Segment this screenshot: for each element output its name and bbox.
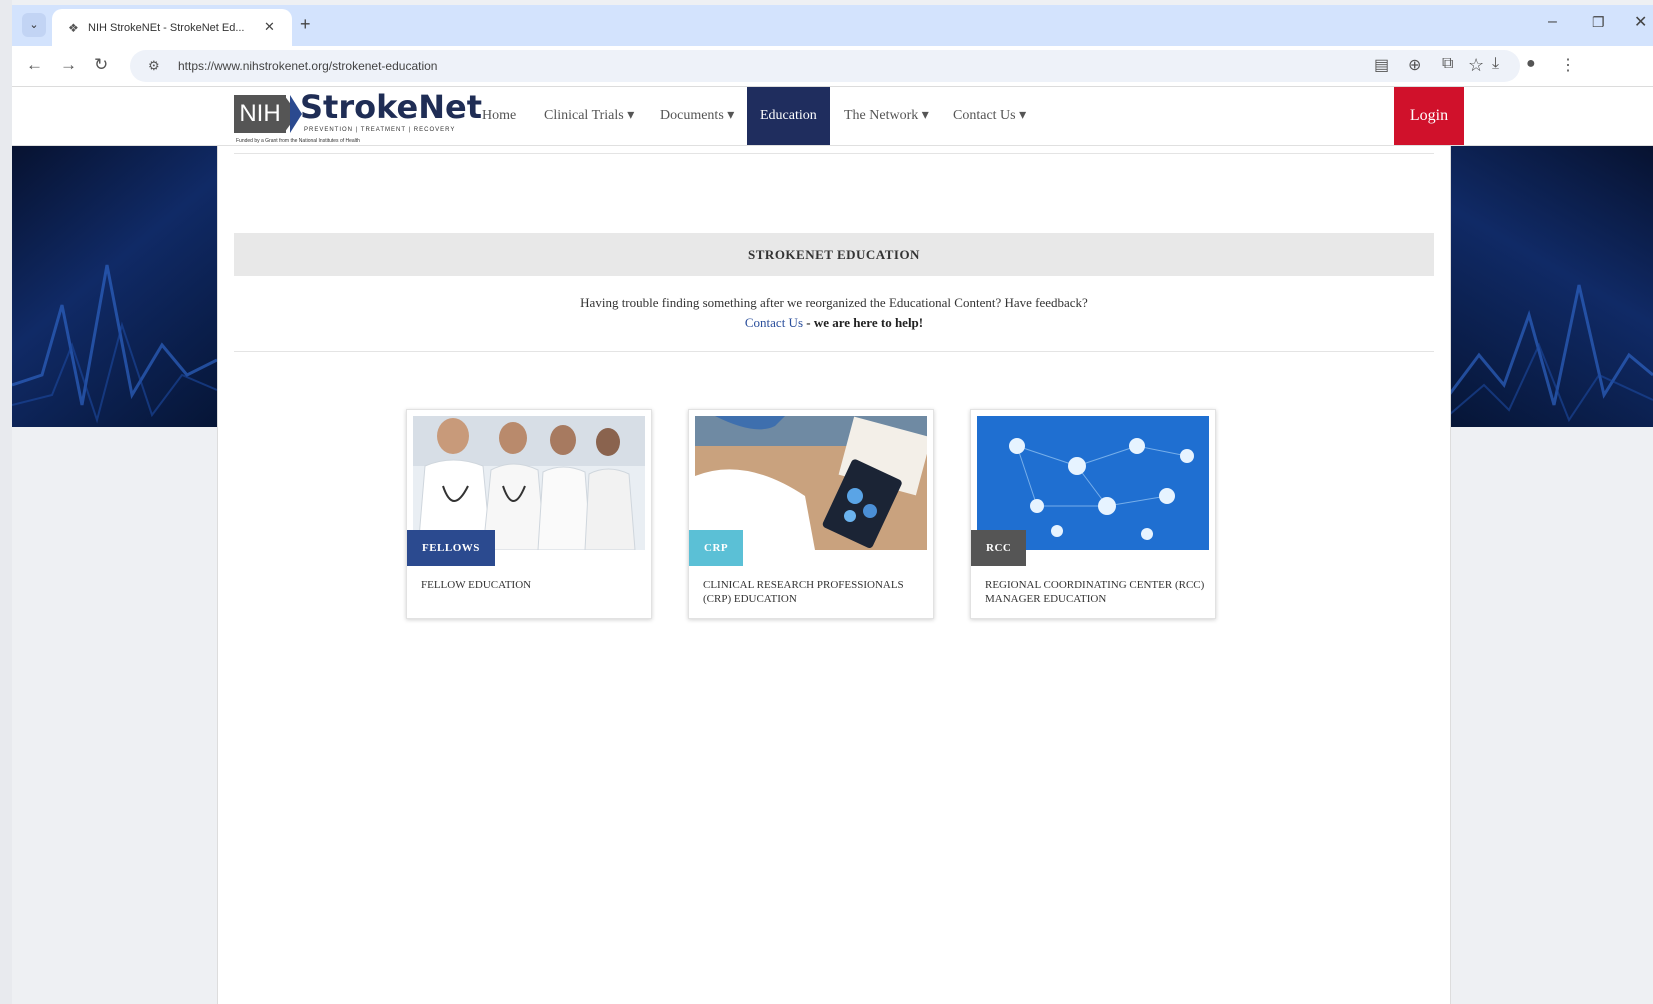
nav-the-network[interactable]: The Network ▾: [844, 87, 929, 145]
nav-education[interactable]: Education: [747, 87, 830, 145]
divider: [234, 351, 1434, 352]
browser-tab[interactable]: ❖ NIH StrokeNEt - StrokeNet Ed... ✕: [52, 9, 292, 46]
forward-icon[interactable]: →: [60, 55, 77, 75]
close-tab-icon[interactable]: ✕: [264, 19, 275, 35]
main-content: STROKENET EDUCATION Having trouble findi…: [217, 145, 1451, 1004]
zoom-icon[interactable]: ⊕: [1408, 55, 1421, 75]
hero-background-right: [1449, 145, 1653, 427]
divider: [234, 153, 1434, 154]
extensions-icon[interactable]: ⧉: [1442, 55, 1453, 73]
caret-down-icon: ▾: [623, 108, 635, 123]
browser-window: ⌄ ❖ NIH StrokeNEt - StrokeNet Ed... ✕ + …: [12, 5, 1653, 1004]
help-suffix: - we are here to help!: [803, 315, 924, 330]
close-window-icon[interactable]: ✕: [1634, 12, 1647, 32]
url-text[interactable]: https://www.nihstrokenet.org/strokenet-e…: [178, 59, 437, 73]
heartbeat-wave-graphic: [12, 264, 217, 424]
help-line-2: Contact Us - we are here to help!: [218, 315, 1450, 331]
menu-icon[interactable]: ⋮: [1560, 55, 1576, 75]
new-tab-icon[interactable]: +: [300, 14, 311, 35]
site-info-icon[interactable]: ⚙: [148, 58, 160, 74]
crp-card-title[interactable]: CLINICAL RESEARCH PROFESSIONALS (CRP) ED…: [703, 578, 923, 606]
profile-avatar-icon[interactable]: ●: [1526, 55, 1536, 73]
tab-strip: ⌄ ❖ NIH StrokeNEt - StrokeNet Ed... ✕ + …: [12, 5, 1653, 46]
logo-funding: Funded by a Grant from the National Inst…: [236, 138, 360, 144]
caret-down-icon: ▾: [723, 108, 735, 123]
browser-toolbar: ← → ↻ ⚙ https://www.nihstrokenet.org/str…: [12, 46, 1653, 87]
hero-background-left: [12, 145, 217, 427]
rcc-card[interactable]: RCC REGIONAL COORDINATING CENTER (RCC) M…: [970, 409, 1216, 619]
fellows-card[interactable]: FELLOWS FELLOW EDUCATION: [406, 409, 652, 619]
crp-badge: CRP: [689, 530, 744, 566]
crp-card[interactable]: CRP CLINICAL RESEARCH PROFESSIONALS (CRP…: [688, 409, 934, 619]
screen-edge: [0, 0, 12, 1004]
favicon-icon: ❖: [68, 21, 79, 35]
caret-down-icon: ▾: [918, 108, 929, 123]
reading-list-icon[interactable]: ▤: [1374, 55, 1389, 75]
logo-name: StrokeNet: [300, 88, 483, 126]
fellows-card-title[interactable]: FELLOW EDUCATION: [421, 578, 641, 592]
nav-clinical-trials[interactable]: Clinical Trials ▾: [544, 87, 634, 145]
download-icon[interactable]: ⤓: [1492, 55, 1499, 73]
restore-icon[interactable]: ❐: [1592, 14, 1605, 31]
nav-documents[interactable]: Documents ▾: [660, 87, 734, 145]
heartbeat-wave-graphic: [1449, 284, 1653, 423]
strokenet-logo[interactable]: NIH StrokeNet PREVENTION | TREATMENT | R…: [234, 88, 482, 144]
back-icon[interactable]: ←: [26, 55, 43, 75]
web-page: STROKENET EDUCATION Having trouble findi…: [12, 87, 1653, 1004]
nav-network-label: The Network: [844, 108, 919, 123]
nav-contact-us[interactable]: Contact Us ▾: [953, 87, 1026, 145]
help-text: Having trouble finding something after w…: [580, 295, 1088, 310]
caret-down-icon: ▾: [1015, 108, 1027, 123]
address-bar[interactable]: ⚙ https://www.nihstrokenet.org/strokenet…: [130, 50, 1520, 82]
section-title: STROKENET EDUCATION: [234, 233, 1434, 276]
site-header: NIH StrokeNet PREVENTION | TREATMENT | R…: [12, 87, 1653, 146]
fellows-badge: FELLOWS: [407, 530, 495, 566]
nav-contact-label: Contact Us: [953, 108, 1016, 123]
logo-nih-text: NIH: [234, 95, 286, 133]
rcc-card-title[interactable]: REGIONAL COORDINATING CENTER (RCC) MANAG…: [985, 578, 1205, 606]
nav-clinical-trials-label: Clinical Trials: [544, 108, 624, 123]
tab-search-icon[interactable]: ⌄: [22, 13, 46, 37]
login-button[interactable]: Login: [1394, 87, 1464, 145]
rcc-badge: RCC: [971, 530, 1027, 566]
tab-title: NIH StrokeNEt - StrokeNet Ed...: [88, 22, 245, 34]
bookmark-star-icon[interactable]: ☆: [1468, 55, 1484, 76]
logo-tagline: PREVENTION | TREATMENT | RECOVERY: [304, 127, 456, 133]
nav-documents-label: Documents: [660, 108, 724, 123]
reload-icon[interactable]: ↻: [94, 55, 108, 75]
minimize-icon[interactable]: –: [1548, 13, 1557, 31]
nav-home[interactable]: Home: [482, 87, 516, 145]
contact-us-link[interactable]: Contact Us: [745, 315, 803, 330]
